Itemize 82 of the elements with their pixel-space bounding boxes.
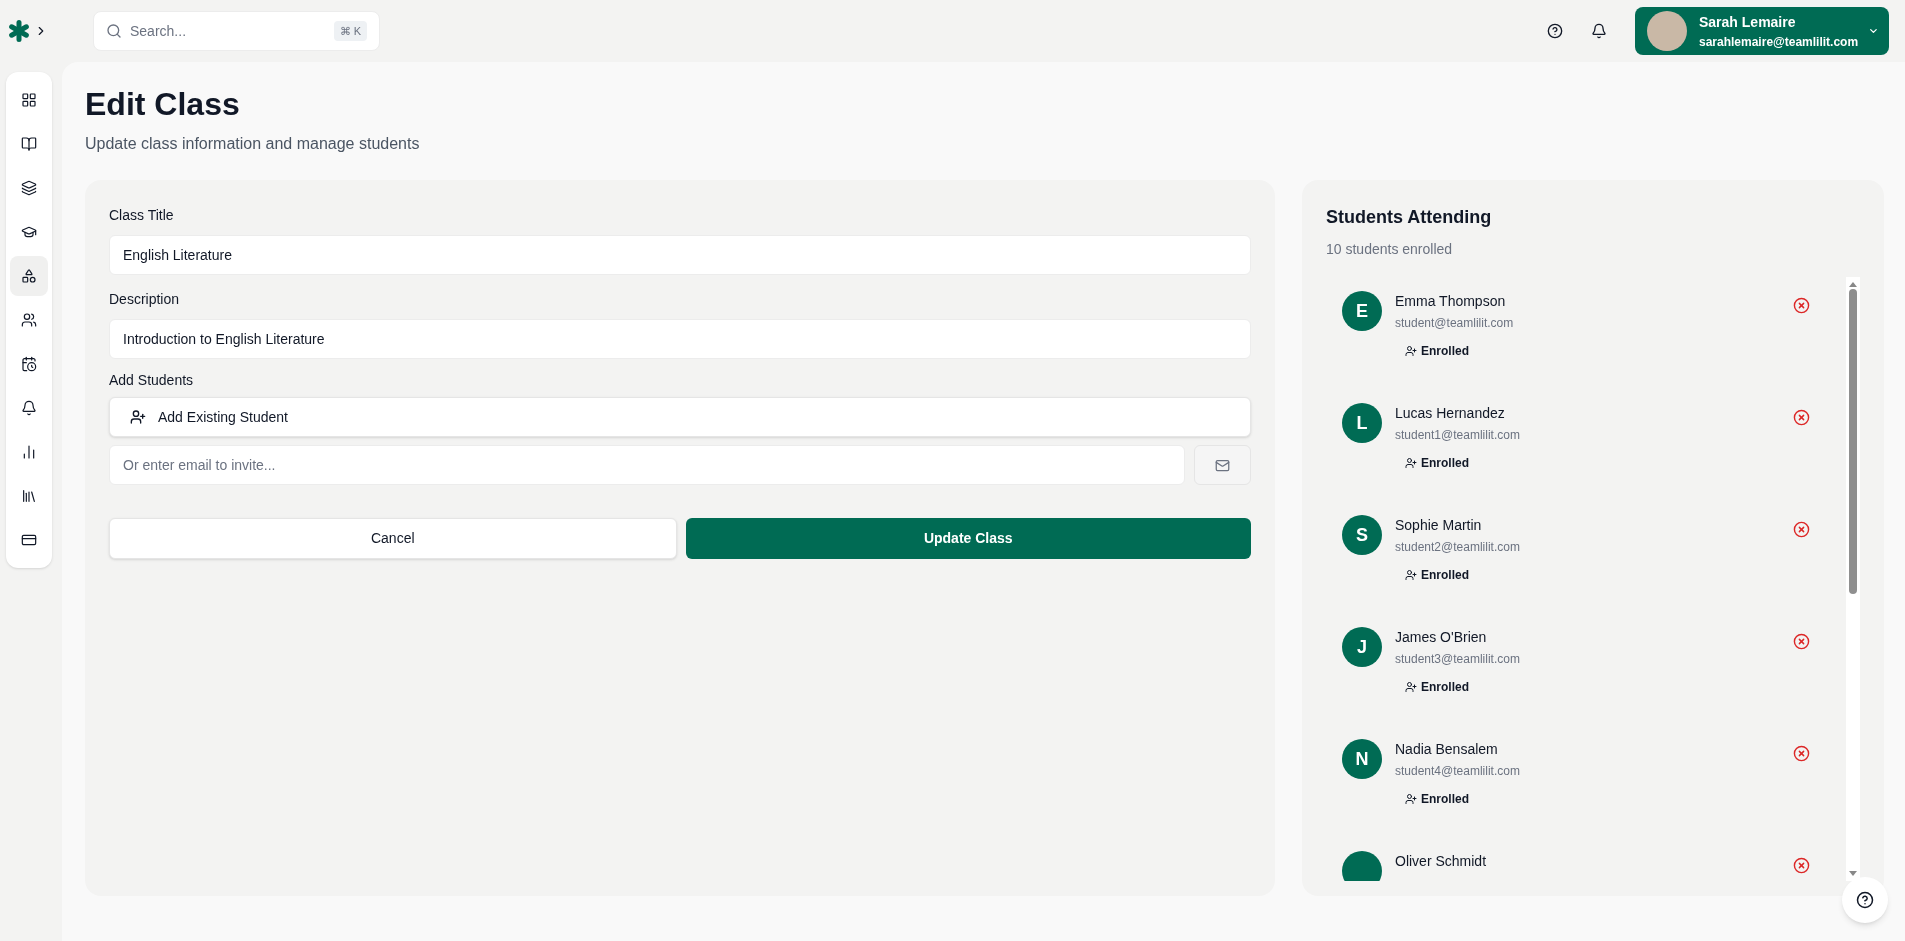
user-plus-icon <box>1405 569 1417 581</box>
graduation-cap-icon <box>21 224 37 240</box>
user-email: sarahlemaire@teamlilit.com <box>1699 33 1859 51</box>
status-label: Enrolled <box>1421 567 1469 584</box>
status-label: Enrolled <box>1421 679 1469 696</box>
panel-title: Students Attending <box>1326 206 1493 229</box>
send-invite-button[interactable] <box>1194 445 1251 485</box>
field-label: Description <box>109 290 181 309</box>
grid-icon <box>21 92 37 108</box>
bar-chart-icon <box>21 444 37 460</box>
status-label: Enrolled <box>1421 343 1469 360</box>
update-class-button[interactable]: Update Class <box>685 518 1251 559</box>
shapes-icon <box>21 268 37 284</box>
user-plus-icon <box>1405 345 1417 357</box>
sidebar-item[interactable] <box>10 256 48 296</box>
shortcut-hint: ⌘ K <box>333 20 367 42</box>
bell-icon <box>21 400 37 416</box>
student-avatar: S <box>1342 515 1382 555</box>
field-label: Class Title <box>109 206 175 225</box>
student-name: Nadia Bensalem <box>1395 740 1499 759</box>
field-label: Add Students <box>109 371 195 390</box>
add-student-button[interactable]: Add Existing Student <box>109 397 1251 437</box>
chevron-down-icon <box>1870 28 1877 34</box>
remove-icon <box>1793 745 1810 762</box>
page-subtitle: Update class information and manage students <box>85 134 421 154</box>
user-plus-icon <box>1405 681 1417 693</box>
calendar-clock-icon <box>21 356 37 372</box>
user-plus-icon <box>1405 793 1417 805</box>
search-field[interactable]: Search... ⌘ K <box>93 11 380 51</box>
student-name: Lucas Hernandez <box>1395 404 1506 423</box>
remove-icon <box>1793 857 1810 874</box>
status-label: Enrolled <box>1421 791 1469 808</box>
student-avatar: E <box>1342 291 1382 331</box>
student-email: student3@teamlilit.com <box>1395 651 1521 668</box>
layers-icon <box>21 180 37 196</box>
scrollbar[interactable] <box>1846 277 1860 881</box>
student-name: James O'Brien <box>1395 628 1488 647</box>
user-name: Sarah Lemaire <box>1699 12 1796 32</box>
book-icon <box>21 136 37 152</box>
remove-student-button[interactable] <box>1793 633 1810 650</box>
student-email: student4@teamlilit.com <box>1395 763 1521 780</box>
users-icon <box>21 312 37 328</box>
mail-icon <box>1215 457 1230 473</box>
cancel-button[interactable]: Cancel <box>109 518 677 559</box>
search-icon <box>106 23 122 39</box>
student-avatar <box>1342 851 1382 881</box>
remove-student-button[interactable] <box>1793 745 1810 762</box>
email-input[interactable]: Or enter email to invite... <box>109 445 1185 485</box>
help-icon <box>1547 23 1563 39</box>
student-avatar: J <box>1342 627 1382 667</box>
input-field[interactable]: English Literature <box>109 235 1251 275</box>
student-email: student1@teamlilit.com <box>1395 427 1521 444</box>
page-title: Edit Class <box>85 85 241 124</box>
library-icon <box>21 488 37 504</box>
remove-student-button[interactable] <box>1793 409 1810 426</box>
scroll-up-icon[interactable] <box>1849 282 1857 287</box>
student-avatar: N <box>1342 739 1382 779</box>
remove-icon <box>1793 409 1810 426</box>
remove-icon <box>1793 521 1810 538</box>
student-name: Emma Thompson <box>1395 292 1507 311</box>
remove-icon <box>1793 297 1810 314</box>
user-plus-icon <box>1405 457 1417 469</box>
remove-student-button[interactable] <box>1793 521 1810 538</box>
remove-icon <box>1793 633 1810 650</box>
credit-card-icon <box>21 532 37 548</box>
status-label: Enrolled <box>1421 455 1469 472</box>
remove-student-button[interactable] <box>1793 857 1810 874</box>
student-name: Oliver Schmidt <box>1395 852 1488 871</box>
input-field[interactable]: Introduction to English Literature <box>109 319 1251 359</box>
student-count: 10 students enrolled <box>1326 240 1454 259</box>
user-plus-icon <box>130 409 146 425</box>
student-avatar: L <box>1342 403 1382 443</box>
remove-student-button[interactable] <box>1793 297 1810 314</box>
student-email: student2@teamlilit.com <box>1395 539 1521 556</box>
avatar-placeholder <box>1647 11 1687 51</box>
student-email: student@teamlilit.com <box>1395 315 1515 332</box>
help-icon <box>1856 891 1874 909</box>
search-placeholder: Search... <box>130 21 188 41</box>
bell-icon <box>1591 23 1607 39</box>
user-menu-button[interactable]: Sarah Lemaire sarahlemaire@teamlilit.com <box>1635 7 1889 55</box>
asterisk-logo-icon[interactable] <box>8 20 30 42</box>
student-name: Sophie Martin <box>1395 516 1483 535</box>
